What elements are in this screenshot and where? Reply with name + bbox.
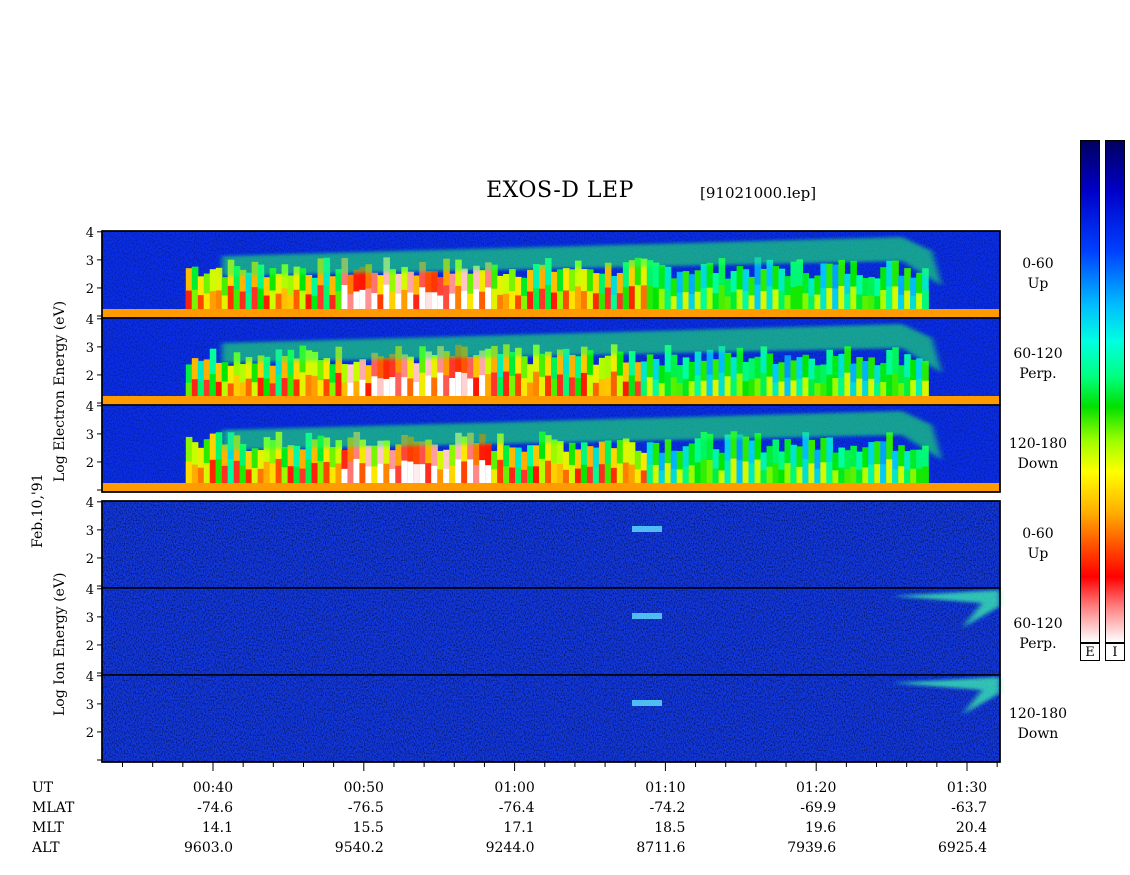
ytick-label: 4 <box>86 496 94 511</box>
mlat-value: -63.7 <box>951 800 987 816</box>
mlat-value: -76.4 <box>498 800 535 816</box>
date-label: Feb.10,'91 <box>30 473 46 548</box>
alt-value: 9244.0 <box>485 840 535 856</box>
panel-label-i-up: 0-60 Up <box>1022 526 1054 562</box>
panel-label-i-perp: 60-120 Perp. <box>1013 616 1063 652</box>
ytick-label: 2 <box>86 456 94 471</box>
mlt-value: 19.6 <box>805 820 837 836</box>
mlt-value: 18.5 <box>654 820 686 836</box>
mlt-value: 14.1 <box>201 820 233 836</box>
mlat-value: -69.9 <box>800 800 837 816</box>
alt-value: 6925.4 <box>938 840 987 856</box>
alt-value: 9603.0 <box>184 840 233 856</box>
ion-colorbar <box>1105 140 1125 643</box>
ytick-label: 2 <box>86 552 94 567</box>
spectrogram-panel-4 <box>101 500 1001 589</box>
alt-value: 7939.6 <box>787 840 837 856</box>
electron-axis-label: Log Electron Energy (eV) <box>52 300 68 482</box>
alt-value: 9540.2 <box>334 840 384 856</box>
ytick-label: 3 <box>86 428 94 443</box>
ytick-label: 4 <box>86 313 94 328</box>
ytick-label: 4 <box>86 226 94 241</box>
row-header-ut: UT <box>32 780 54 796</box>
ytick-label: 2 <box>86 282 94 297</box>
mlat-value: -74.6 <box>197 800 233 816</box>
row-header-mlt: MLT <box>32 820 64 836</box>
spectrogram-plot: 2 3 4 2 3 4 2 3 4 2 3 4 2 3 4 2 3 4 <box>86 226 1001 771</box>
panel-label-i-down: 120-180 Down <box>1008 706 1068 742</box>
ytick-label: 2 <box>86 369 94 384</box>
spectrogram-panel-1 <box>101 230 1001 319</box>
ytick-label: 3 <box>86 524 94 539</box>
colorbar-label-i: I <box>1105 643 1125 661</box>
ytick-label: 3 <box>86 341 94 356</box>
panel-label-e-down: 120-180 Down <box>1008 436 1068 472</box>
ytick-label: 2 <box>86 726 94 741</box>
ytick-label: 3 <box>86 254 94 269</box>
panel-label-e-perp: 60-120 Perp. <box>1013 346 1063 382</box>
mlat-value: -76.5 <box>347 800 384 816</box>
ytick-label: 4 <box>86 400 94 415</box>
ut-time-label: 01:00 <box>494 780 535 796</box>
mlat-value: -74.2 <box>649 800 686 816</box>
mlt-value: 17.1 <box>503 820 535 836</box>
mlt-value: 20.4 <box>955 820 987 836</box>
row-header-mlat: MLAT <box>32 800 75 816</box>
mlt-value: 15.5 <box>352 820 384 836</box>
electron-colorbar <box>1080 140 1100 643</box>
panel-label-e-up: 0-60 Up <box>1022 256 1054 292</box>
colorbar-label-e: E <box>1080 643 1100 661</box>
ut-time-label: 01:20 <box>796 780 837 796</box>
ut-time-label: 00:50 <box>343 780 384 796</box>
ion-axis-label: Log Ion Energy (eV) <box>52 572 68 716</box>
ytick-label: 3 <box>86 698 94 713</box>
ytick-label: 3 <box>86 611 94 626</box>
ytick-label: 2 <box>86 639 94 654</box>
row-header-alt: ALT <box>32 840 60 856</box>
spectrogram-panel-5 <box>101 587 1001 676</box>
ut-time-label: 01:30 <box>946 780 988 796</box>
ytick-label: 4 <box>86 583 94 598</box>
ytick-label: 4 <box>86 670 94 685</box>
spectrogram-panel-2 <box>101 317 1001 406</box>
ut-time-label: 01:10 <box>645 780 686 796</box>
spectrogram-panel-3 <box>101 404 1001 493</box>
alt-value: 8711.6 <box>636 840 686 856</box>
ut-time-label: 00:40 <box>192 780 234 796</box>
spectrogram-panel-6 <box>101 674 1001 763</box>
